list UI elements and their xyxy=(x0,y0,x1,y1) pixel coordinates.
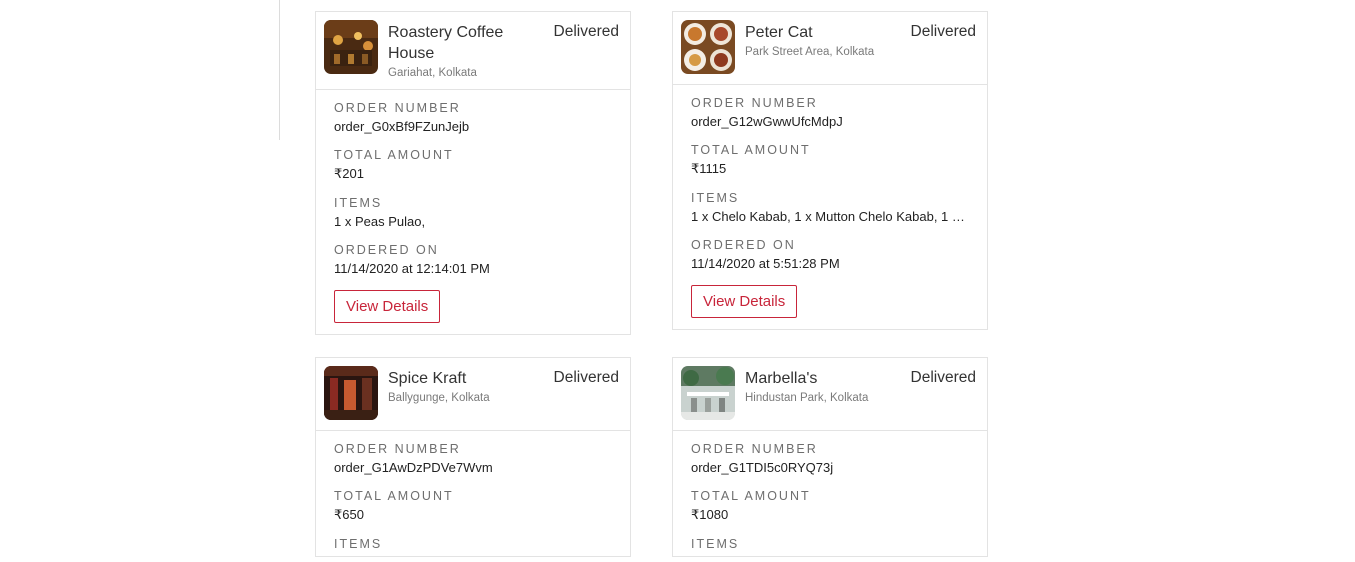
ordered-on-label: ORDERED ON xyxy=(334,243,439,257)
restaurant-image xyxy=(324,366,378,420)
order-number-value: order_G12wGwwUfcMdpJ xyxy=(691,114,843,129)
items-value: 1 x Chelo Kabab, 1 x Mutton Chelo Kabab,… xyxy=(691,209,969,224)
restaurant-image xyxy=(681,20,735,74)
order-number-label: ORDER NUMBER xyxy=(691,96,818,110)
order-card: Spice Kraft Ballygunge, Kolkata Delivere… xyxy=(315,357,631,557)
order-card: Roastery Coffee House Gariahat, Kolkata … xyxy=(315,11,631,335)
order-card-header: Spice Kraft Ballygunge, Kolkata Delivere… xyxy=(316,358,630,431)
status-label: Delivered xyxy=(910,23,976,40)
order-number-label: ORDER NUMBER xyxy=(334,101,461,115)
ordered-on-value: 11/14/2020 at 12:14:01 PM xyxy=(334,261,490,276)
items-label: ITEMS xyxy=(691,537,740,551)
restaurant-name: Spice Kraft xyxy=(388,370,467,387)
order-number-label: ORDER NUMBER xyxy=(334,442,461,456)
order-card-header: Peter Cat Park Street Area, Kolkata Deli… xyxy=(673,12,987,85)
total-amount-label: TOTAL AMOUNT xyxy=(334,489,454,503)
restaurant-name: Peter Cat xyxy=(745,24,813,41)
restaurant-image xyxy=(681,366,735,420)
order-number-label: ORDER NUMBER xyxy=(691,442,818,456)
status-label: Delivered xyxy=(553,23,619,40)
view-details-button[interactable]: View Details xyxy=(691,285,798,318)
items-value: 1 x Peas Pulao, xyxy=(334,214,426,229)
ordered-on-label: ORDERED ON xyxy=(691,238,796,252)
total-amount-value: ₹650 xyxy=(334,507,364,522)
total-amount-value: ₹1115 xyxy=(691,161,727,176)
items-label: ITEMS xyxy=(334,196,383,210)
view-details-button[interactable]: View Details xyxy=(334,290,441,323)
items-label: ITEMS xyxy=(334,537,383,551)
restaurant-name: Marbella's xyxy=(745,370,818,387)
order-number-value: order_G1TDI5c0RYQ73j xyxy=(691,460,834,475)
order-number-value: order_G1AwDzPDVe7Wvm xyxy=(334,460,493,475)
ordered-on-value: 11/14/2020 at 5:51:28 PM xyxy=(691,256,840,271)
order-card-header: Roastery Coffee House Gariahat, Kolkata … xyxy=(316,12,630,90)
total-amount-value: ₹201 xyxy=(334,166,364,181)
restaurant-location: Gariahat, Kolkata xyxy=(388,67,477,79)
order-card-header: Marbella's Hindustan Park, Kolkata Deliv… xyxy=(673,358,987,431)
items-label: ITEMS xyxy=(691,191,740,205)
restaurant-location: Hindustan Park, Kolkata xyxy=(745,392,869,404)
restaurant-image xyxy=(324,20,378,74)
total-amount-value: ₹1080 xyxy=(691,507,729,522)
order-number-value: order_G0xBf9FZunJejb xyxy=(334,119,470,134)
order-card: Peter Cat Park Street Area, Kolkata Deli… xyxy=(672,11,988,330)
total-amount-label: TOTAL AMOUNT xyxy=(334,148,454,162)
status-label: Delivered xyxy=(553,369,619,386)
total-amount-label: TOTAL AMOUNT xyxy=(691,143,811,157)
sidebar-divider xyxy=(279,0,280,140)
restaurant-name: Roastery Coffee House xyxy=(388,24,504,62)
restaurant-location: Ballygunge, Kolkata xyxy=(388,392,490,404)
restaurant-location: Park Street Area, Kolkata xyxy=(745,46,875,58)
order-card: Marbella's Hindustan Park, Kolkata Deliv… xyxy=(672,357,988,557)
status-label: Delivered xyxy=(910,369,976,386)
total-amount-label: TOTAL AMOUNT xyxy=(691,489,811,503)
